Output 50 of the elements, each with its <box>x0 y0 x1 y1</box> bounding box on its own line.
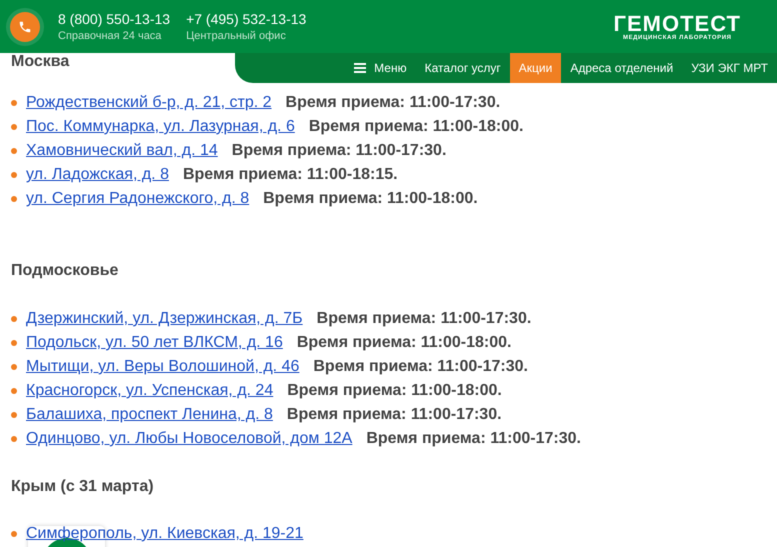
phone-number[interactable]: 8 (800) 550-13-13 <box>58 11 170 27</box>
address-link[interactable]: Одинцово, ул. Любы Новоселовой, дом 12А <box>26 430 352 448</box>
reception-hours: Время приема: 11:00-17:30. <box>313 358 528 376</box>
address-link[interactable]: Подольск, ул. 50 лет ВЛКСМ, д. 16 <box>26 334 283 352</box>
address-link[interactable]: Рождественский б-р, д. 21, стр. 2 <box>26 94 272 112</box>
reception-hours: Время приема: 11:00-18:00. <box>263 190 478 208</box>
reception-hours: Время приема: 11:00-17:30. <box>316 310 532 328</box>
bullet-icon <box>11 100 17 106</box>
phone-number[interactable]: +7 (495) 532-13-13 <box>186 11 306 27</box>
reception-hours: Время приема: 11:00-18:15. <box>182 166 398 184</box>
reception-hours: Время приема: 11:00-18:00. <box>287 382 502 400</box>
phone-caption: Справочная 24 часа <box>58 30 162 42</box>
bullet-icon <box>11 531 17 537</box>
phone-caption: Центральный офис <box>186 30 287 42</box>
bullet-icon <box>11 364 17 370</box>
region-heading: Крым (с 31 марта) <box>11 478 154 496</box>
bullet-icon <box>11 172 17 178</box>
region-heading: Москва <box>11 53 70 71</box>
nav-link[interactable]: Адреса отделений <box>561 53 682 83</box>
menu-button[interactable]: Меню <box>345 53 416 83</box>
bullet-icon <box>11 316 17 322</box>
reception-hours: Время приема: 11:00-18:00. <box>308 118 524 136</box>
address-link[interactable]: Балашиха, проспект Ленина, д. 8 <box>26 406 273 424</box>
address-link[interactable]: Хамовнический вал, д. 14 <box>26 142 218 160</box>
address-link[interactable]: Симферополь, ул. Киевская, д. 19-21 <box>26 525 304 543</box>
address-link[interactable]: Красногорск, ул. Успенская, д. 24 <box>26 382 274 400</box>
call-button[interactable] <box>10 12 40 42</box>
reception-hours: Время приема: 11:00-17:30. <box>366 430 581 448</box>
reception-hours: Время приема: 11:00-17:30. <box>286 406 502 424</box>
nav-link[interactable]: Каталог услуг <box>416 53 510 83</box>
region-heading: Подмосковье <box>11 262 118 280</box>
bullet-icon <box>11 388 17 394</box>
bullet-icon <box>11 436 17 442</box>
address-link[interactable]: ул. Ладожская, д. 8 <box>26 166 169 184</box>
address-link[interactable]: Мытищи, ул. Веры Волошиной, д. 46 <box>26 358 300 376</box>
bullet-icon <box>11 124 17 130</box>
reception-hours: Время приема: 11:00-18:00. <box>296 334 512 352</box>
reception-hours: Время приема: 11:00-17:30. <box>232 142 446 160</box>
bullet-icon <box>11 196 17 202</box>
logo-text[interactable]: ГЕМОТЕСТ <box>614 12 741 34</box>
reception-hours: Время приема: 11:00-17:30. <box>286 94 500 112</box>
menu-icon <box>354 63 366 73</box>
bullet-icon <box>11 412 17 418</box>
bullet-icon <box>11 340 17 346</box>
address-link[interactable]: Пос. Коммунарка, ул. Лазурная, д. 6 <box>26 118 295 136</box>
nav-link[interactable]: УЗИ ЭКГ МРТ <box>682 53 777 83</box>
bullet-icon <box>11 148 17 154</box>
phone-icon <box>18 20 32 34</box>
address-link[interactable]: ул. Сергия Радонежского, д. 8 <box>26 190 250 208</box>
address-link[interactable]: Дзержинский, ул. Дзержинская, д. 7Б <box>26 310 303 328</box>
